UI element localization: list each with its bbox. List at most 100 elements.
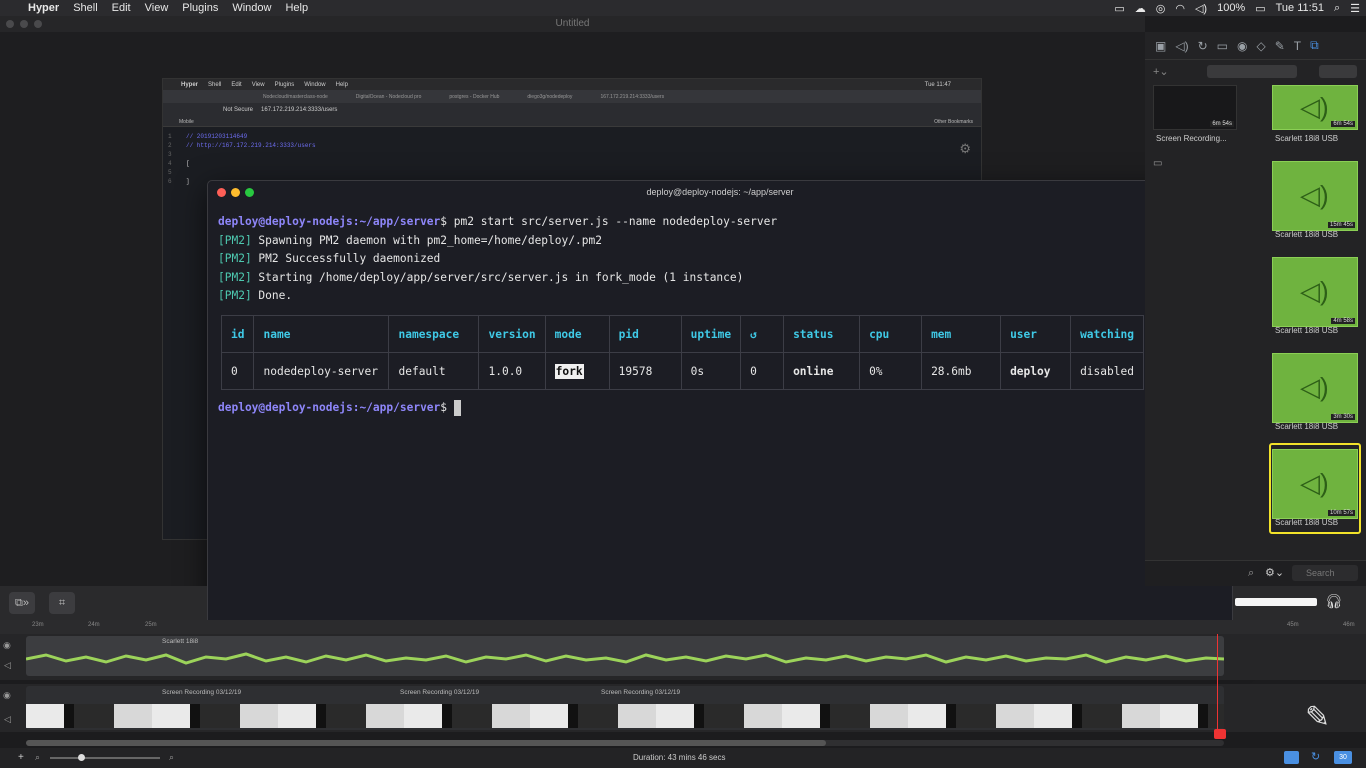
menu-bar: Hyper Shell Edit View Plugins Window Hel… <box>0 0 1366 16</box>
shapes-icon[interactable]: ◇ <box>1256 39 1265 53</box>
terminal-zoom-button[interactable] <box>245 188 254 197</box>
col-mem: mem <box>921 315 1002 353</box>
media-icon[interactable]: ▣ <box>1155 39 1166 53</box>
menu-plugins[interactable]: Plugins <box>182 2 218 14</box>
recording-label: Screen Recording 03/12/19 <box>601 689 681 696</box>
bg-gear-icon: ⚙ <box>959 141 971 156</box>
zoom-out-icon[interactable]: ⌕ <box>35 752 40 763</box>
minimize-window-button[interactable] <box>20 20 28 28</box>
menu-window[interactable]: Window <box>232 2 271 14</box>
bg-line-number: 2 <box>168 142 172 149</box>
track-mute-icon[interactable]: ◁ <box>4 714 11 725</box>
media-clip-video[interactable]: 6m 54s <box>1153 85 1237 130</box>
clock[interactable]: Tue 11:51 <box>1276 2 1324 14</box>
bg-tab: Nodecloud/masterclass-node <box>263 93 328 100</box>
screen-record-icon[interactable]: ▭ <box>1114 2 1124 15</box>
wifi-icon[interactable]: ◠ <box>1175 2 1185 15</box>
bg-tab: postgres - Docker Hub <box>449 93 500 100</box>
video-clip-strip[interactable]: Screen Recording 03/12/19 Screen Recordi… <box>26 686 1224 730</box>
media-clip-audio[interactable]: ◁) 15m 45s <box>1272 161 1358 231</box>
menu-edit[interactable]: Edit <box>112 2 131 14</box>
media-clip-audio[interactable]: ◁) 3m 30s <box>1272 353 1358 423</box>
cell-id: 0 <box>220 352 255 390</box>
timeline-ruler[interactable]: 23m 24m 25m 45m 46m <box>0 620 1366 634</box>
terminal-output[interactable]: deploy@deploy-nodejs:~/app/server$ pm2 s… <box>218 213 1222 306</box>
media-clip-audio[interactable]: ◁) 4m 58s <box>1272 257 1358 327</box>
window-titlebar: Untitled <box>0 16 1145 32</box>
search-icon[interactable]: ⌕ <box>1248 567 1254 580</box>
bg-url: 167.172.219.214:3333/users <box>261 107 338 113</box>
media-clip-audio[interactable]: ◁) 6m 54s <box>1272 85 1358 130</box>
bg-code-line: 4[ <box>163 159 981 168</box>
frame-rate-icon[interactable]: 30 <box>1334 751 1352 764</box>
audio-waveform-clip[interactable]: Scarlett 18i8 <box>26 636 1224 676</box>
bg-code-line: 1 // 20191203114649 <box>163 132 981 141</box>
close-window-button[interactable] <box>6 20 14 28</box>
timeline-scroll-thumb[interactable] <box>26 740 826 746</box>
search-input[interactable]: Search <box>1292 565 1358 581</box>
audio-icon[interactable]: ◁) <box>1175 39 1188 53</box>
app-logo-icon: ✎ <box>1305 701 1331 734</box>
pm2-tag: [PM2] <box>218 252 252 266</box>
timeline-scrollbar[interactable] <box>26 740 1224 746</box>
track-mute-icon[interactable]: ◁ <box>4 660 11 671</box>
menu-shell[interactable]: Shell <box>73 2 97 14</box>
recording-label: Screen Recording 03/12/19 <box>162 689 242 696</box>
ruler-tick: 25m <box>145 622 157 628</box>
headphones-icon[interactable]: 🎧︎ <box>1325 593 1343 610</box>
magnetic-track-icon[interactable] <box>1284 751 1299 764</box>
playhead-handle[interactable] <box>1214 729 1226 739</box>
add-icon[interactable]: +⌄ <box>1153 65 1169 78</box>
track-visibility-icon[interactable]: ◉ <box>3 640 11 651</box>
ruler-tick: 24m <box>88 622 100 628</box>
arrange-tool-button[interactable]: ⧉» <box>9 592 35 614</box>
track-visibility-icon[interactable]: ◉ <box>3 690 11 701</box>
current-prompt-line[interactable]: deploy@deploy-nodejs:~/app/server$ <box>218 399 461 417</box>
spotlight-icon[interactable]: ⌕ <box>1334 2 1340 15</box>
menu-help[interactable]: Help <box>285 2 308 14</box>
bg-menu-bar: Hyper Shell Edit View Plugins Window Hel… <box>163 79 981 90</box>
add-track-icon[interactable]: + <box>18 752 24 763</box>
notification-center-icon[interactable]: ☰ <box>1350 2 1360 15</box>
mode-selection-highlight[interactable]: fork <box>554 363 584 379</box>
zoom-window-button[interactable] <box>34 20 42 28</box>
battery-percent[interactable]: 100% <box>1217 2 1245 14</box>
terminal-close-button[interactable] <box>217 188 226 197</box>
filter-segmented-control[interactable] <box>1207 65 1297 78</box>
ripple-edit-icon[interactable]: ↻ <box>1311 750 1320 763</box>
table-header-row: id name namespace version mode pid uptim… <box>220 315 1144 353</box>
terminal-minimize-button[interactable] <box>231 188 240 197</box>
panel-toolbar: ▣ ◁) ↻ ▭ ◉ ◇ ✎ T ⧉ <box>1145 32 1366 60</box>
crop-tool-button[interactable]: ⌗ <box>49 592 75 614</box>
bg-code-text: [ <box>186 160 190 167</box>
zoom-slider-knob[interactable] <box>78 754 85 761</box>
transition-icon[interactable]: ↻ <box>1198 39 1208 53</box>
speaker-icon: ◁) <box>1300 180 1329 210</box>
volume-icon[interactable]: ◁) <box>1195 2 1207 15</box>
zoom-slider[interactable] <box>50 757 160 759</box>
terminal-window[interactable]: deploy@deploy-nodejs: ~/app/server deplo… <box>207 180 1233 647</box>
pm2-tag: [PM2] <box>218 233 252 247</box>
battery-icon[interactable]: ▭ <box>1255 2 1265 15</box>
settings-gear-icon[interactable]: ⚙⌄ <box>1265 566 1284 579</box>
ruler-tick: 46m <box>1343 622 1355 628</box>
cell-mode: fork <box>544 352 610 390</box>
recording-label: Screen Recording 03/12/19 <box>400 689 480 696</box>
menu-view[interactable]: View <box>145 2 169 14</box>
screen-icon[interactable]: ▭ <box>1217 39 1228 53</box>
media-clip-audio-selected[interactable]: ◁) 10m 57s <box>1272 449 1358 519</box>
playhead[interactable] <box>1217 634 1218 734</box>
creative-cloud-icon[interactable]: ◎ <box>1156 2 1166 15</box>
speaker-icon: ◁) <box>1300 468 1329 498</box>
clip-label: Scarlett 18i8 USB <box>1275 422 1339 431</box>
view-mode-toggle[interactable] <box>1319 65 1357 78</box>
link-icon[interactable]: ⧉ <box>1310 38 1319 53</box>
docker-icon[interactable]: ☁ <box>1135 2 1146 15</box>
effects-icon[interactable]: ◉ <box>1237 39 1247 53</box>
menu-hyper[interactable]: Hyper <box>28 2 59 14</box>
zoom-in-icon[interactable]: ⌕ <box>169 752 174 763</box>
annotation-icon[interactable]: ✎ <box>1275 39 1285 53</box>
col-version: version <box>478 315 546 353</box>
bg-code-line: 2 // http://167.172.219.214:3333/users <box>163 141 981 150</box>
text-icon[interactable]: T <box>1294 39 1301 53</box>
